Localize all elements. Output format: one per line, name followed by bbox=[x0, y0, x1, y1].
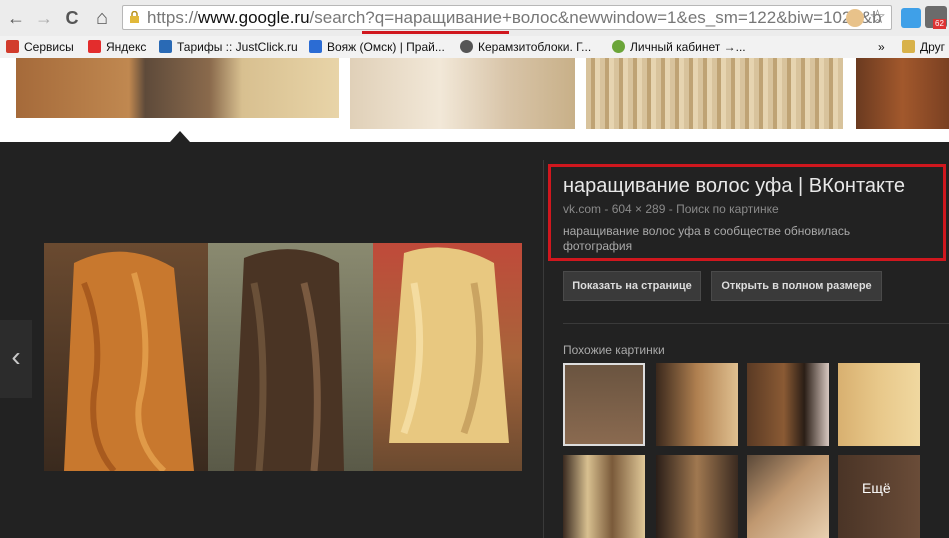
view-full-size-button[interactable]: Открыть в полном размере bbox=[711, 271, 882, 301]
lock-icon bbox=[130, 11, 139, 23]
bookmark-star-icon[interactable]: ☆ bbox=[869, 6, 886, 29]
url-path: /search?q=наращивание+волос&newwindow=1&… bbox=[309, 8, 882, 27]
apps-icon bbox=[6, 40, 19, 53]
home-button[interactable]: ⌂ bbox=[92, 7, 112, 29]
result-thumbnail[interactable] bbox=[586, 58, 843, 129]
extension-icon[interactable]: 62 bbox=[925, 6, 947, 29]
more-label: Ещё bbox=[862, 480, 891, 496]
extension-icon[interactable] bbox=[846, 9, 864, 27]
url-highlight-underline bbox=[362, 31, 509, 34]
more-similar-button[interactable] bbox=[838, 455, 920, 538]
person-icon bbox=[159, 40, 172, 53]
reload-button[interactable]: C bbox=[62, 7, 82, 29]
annotation-highlight-box bbox=[548, 164, 946, 261]
similar-image[interactable] bbox=[656, 455, 738, 538]
preview-image[interactable] bbox=[44, 243, 522, 471]
site-icon bbox=[309, 40, 322, 53]
bookmark-item[interactable]: Тарифы :: JustClick.ru bbox=[159, 39, 298, 55]
bookmark-label: Сервисы bbox=[24, 40, 74, 54]
result-thumbnail[interactable] bbox=[856, 58, 949, 129]
similar-image[interactable] bbox=[563, 455, 645, 538]
extension-icon[interactable] bbox=[901, 8, 921, 28]
similar-image[interactable] bbox=[747, 363, 829, 446]
bookmark-item[interactable]: Вояж (Омск) | Прай... bbox=[309, 39, 445, 55]
back-button[interactable]: ← bbox=[6, 7, 26, 29]
bookmark-label: Личный кабинет →... bbox=[630, 40, 746, 54]
bookmark-label: Друг bbox=[920, 40, 946, 54]
bookmark-item[interactable]: Сервисы bbox=[6, 39, 74, 55]
bookmark-label: Керамзитоблоки. Г... bbox=[478, 40, 592, 54]
bookmark-label: Вояж (Омск) | Прай... bbox=[327, 40, 445, 54]
panel-divider bbox=[543, 160, 544, 538]
bookmark-label: Яндекс bbox=[106, 40, 147, 54]
folder-icon bbox=[902, 40, 915, 53]
previous-image-button[interactable]: ‹ bbox=[0, 320, 32, 398]
yandex-icon bbox=[88, 40, 101, 53]
url-text: https://www.google.ru/search?q=наращиван… bbox=[147, 8, 882, 28]
similar-image[interactable] bbox=[563, 363, 645, 446]
extension-badge: 62 bbox=[933, 19, 946, 29]
bookmark-label: Тарифы :: JustClick.ru bbox=[177, 40, 298, 54]
url-scheme: https:// bbox=[147, 8, 199, 27]
dots-icon bbox=[612, 40, 625, 53]
section-divider bbox=[563, 323, 949, 324]
url-host: www.google.ru bbox=[198, 8, 310, 27]
forward-button[interactable]: → bbox=[34, 7, 54, 29]
similar-image[interactable] bbox=[656, 363, 738, 446]
result-thumbnail-selected[interactable] bbox=[16, 58, 339, 118]
visit-page-button[interactable]: Показать на странице bbox=[563, 271, 701, 301]
selection-pointer bbox=[170, 131, 190, 142]
bookmark-item[interactable]: Яндекс bbox=[88, 39, 146, 55]
bookmarks-bar: Сервисы Яндекс Тарифы :: JustClick.ru Во… bbox=[0, 36, 949, 59]
bookmark-folder[interactable]: Друг bbox=[902, 39, 945, 55]
result-thumbnail[interactable] bbox=[350, 58, 575, 129]
bookmark-item[interactable]: Керамзитоблоки. Г... bbox=[460, 39, 591, 55]
image-results-strip bbox=[0, 58, 949, 142]
similar-images-title: Похожие картинки bbox=[563, 343, 665, 357]
preview-image-graphic bbox=[44, 243, 522, 471]
address-bar[interactable]: https://www.google.ru/search?q=наращиван… bbox=[122, 5, 892, 30]
globe-icon bbox=[460, 40, 473, 53]
bookmarks-overflow-button[interactable]: » bbox=[878, 39, 885, 55]
bookmark-item[interactable]: Личный кабинет →... bbox=[612, 39, 746, 55]
similar-image[interactable] bbox=[838, 363, 920, 446]
similar-image[interactable] bbox=[747, 455, 829, 538]
